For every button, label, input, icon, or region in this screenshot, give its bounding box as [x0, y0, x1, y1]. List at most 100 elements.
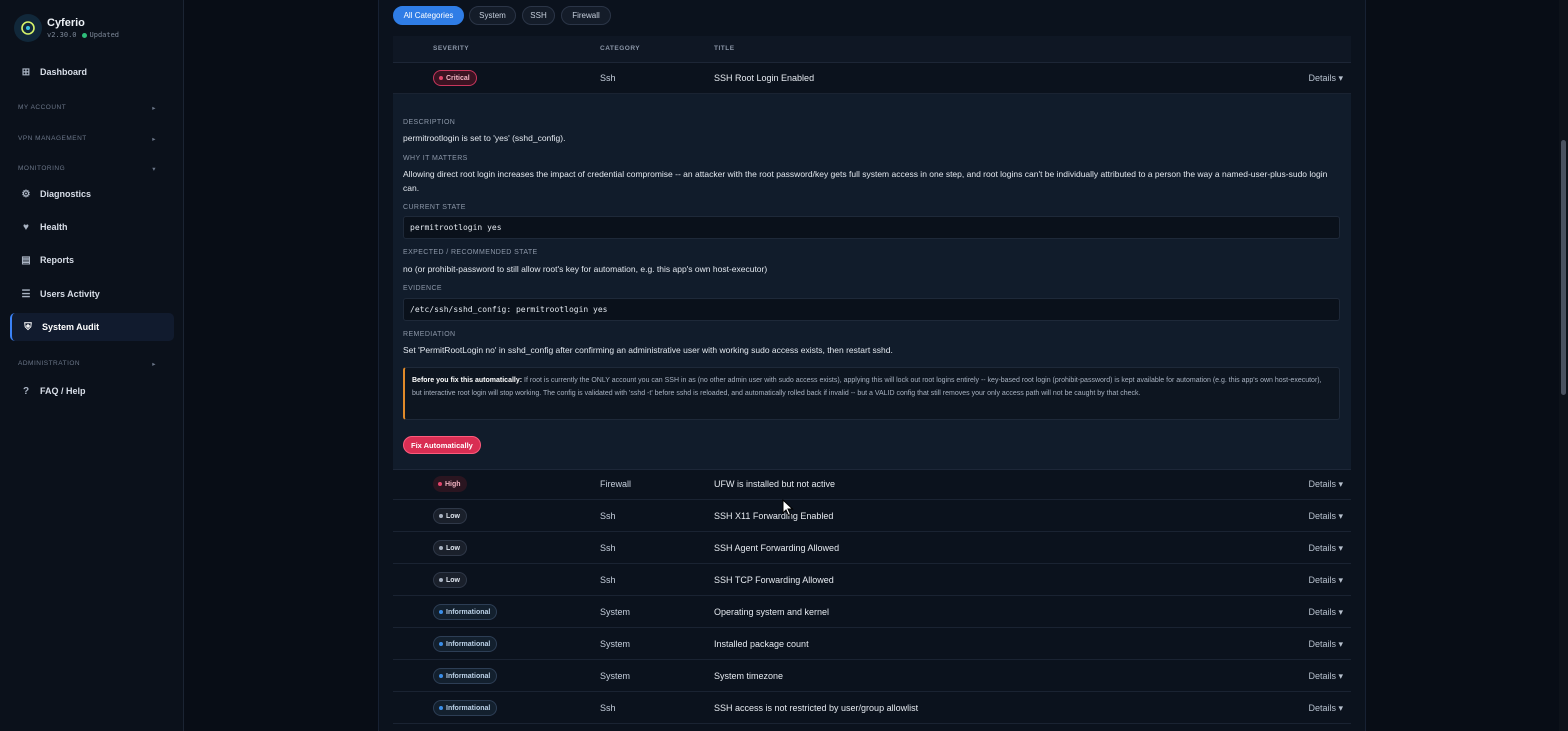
severity-dot-icon	[439, 578, 443, 582]
sidebar-item-label: System Audit	[42, 322, 100, 332]
report-icon: ▤	[21, 254, 31, 266]
details-toggle[interactable]: Details ▾	[1308, 671, 1343, 682]
severity-dot-icon	[439, 546, 443, 550]
update-status: Updated	[81, 31, 120, 39]
chevron-down-icon: ▾	[152, 166, 156, 173]
list-icon: ☰	[21, 288, 31, 300]
details-toggle[interactable]: Details ▾	[1308, 511, 1343, 522]
chevron-icon: ▸	[152, 136, 156, 143]
sidebar-item-health[interactable]: ♥ Health	[10, 213, 174, 241]
category-cell: System	[600, 639, 631, 649]
header-category[interactable]: CATEGORY	[600, 45, 640, 52]
filter-ssh[interactable]: SSH	[522, 6, 555, 25]
shield-icon: ⛨	[24, 321, 32, 333]
logo-icon	[14, 14, 42, 42]
severity-badge: Informational	[433, 668, 498, 684]
title-cell: SSH X11 Forwarding Enabled	[714, 511, 834, 521]
brand[interactable]: Cyferio v2.30.0 Updated	[14, 14, 119, 42]
category-cell: Ssh	[600, 575, 616, 585]
filter-firewall[interactable]: Firewall	[561, 6, 611, 25]
category-cell: Ssh	[600, 511, 616, 521]
section-monitoring[interactable]: MONITORING ▾	[18, 165, 156, 173]
title-cell: SSH access is not restricted by user/gro…	[714, 703, 919, 713]
evidence-label: EVIDENCE	[403, 285, 442, 292]
question-icon: ?	[22, 385, 30, 397]
section-administration[interactable]: ADMINISTRATION ▸	[18, 360, 156, 368]
audit-table: SEVERITY CATEGORY TITLE Critical Ssh SSH…	[393, 36, 1351, 724]
table-row[interactable]: Low Ssh SSH TCP Forwarding Allowed Detai…	[393, 564, 1351, 596]
details-toggle[interactable]: Details ▾	[1308, 543, 1343, 554]
chevron-icon: ▸	[152, 105, 156, 112]
table-row[interactable]: Informational System Installed package c…	[393, 628, 1351, 660]
sidebar-item-label: Users Activity	[40, 289, 100, 299]
sidebar-item-users-activity[interactable]: ☰ Users Activity	[10, 280, 174, 308]
fix-automatically-button[interactable]: Fix Automatically	[403, 436, 481, 454]
severity-dot-icon	[439, 642, 443, 646]
category-cell: Ssh	[600, 73, 616, 83]
title-cell: SSH Agent Forwarding Allowed	[714, 543, 840, 553]
table-row[interactable]: Low Ssh SSH Agent Forwarding Allowed Det…	[393, 532, 1351, 564]
category-cell: Firewall	[600, 479, 632, 489]
title-cell: SSH Root Login Enabled	[714, 73, 815, 83]
sidebar-item-reports[interactable]: ▤ Reports	[10, 246, 174, 274]
title-cell: System timezone	[714, 671, 784, 681]
filter-system[interactable]: System	[469, 6, 516, 25]
section-vpn-management[interactable]: VPN MANAGEMENT ▸	[18, 135, 156, 143]
title-cell: SSH TCP Forwarding Allowed	[714, 575, 834, 585]
scrollbar-thumb[interactable]	[1561, 140, 1566, 395]
severity-badge: Low	[433, 508, 467, 524]
sidebar: Cyferio v2.30.0 Updated ⊞ Dashboard MY AC…	[0, 0, 184, 731]
header-severity[interactable]: SEVERITY	[433, 45, 469, 52]
why-text: Allowing direct root login increases the…	[403, 169, 1328, 193]
table-row[interactable]: Informational System System timezone Det…	[393, 660, 1351, 692]
update-status-label: Updated	[89, 31, 120, 39]
severity-dot-icon	[439, 514, 443, 518]
title-cell: Operating system and kernel	[714, 607, 830, 617]
table-row[interactable]: Informational Ssh SSH access is not rest…	[393, 692, 1351, 724]
warning-title: Before you fix this automatically:	[412, 377, 523, 384]
table-row-expanded[interactable]: Critical Ssh SSH Root Login Enabled Deta…	[393, 62, 1351, 94]
sidebar-item-faq-help[interactable]: ? FAQ / Help	[10, 377, 174, 405]
description-text: permitrootlogin is set to 'yes' (sshd_co…	[403, 133, 566, 143]
severity-dot-icon	[439, 674, 443, 678]
table-row[interactable]: Low Ssh SSH X11 Forwarding Enabled Detai…	[393, 500, 1351, 532]
grid-icon: ⊞	[21, 66, 31, 78]
sidebar-item-diagnostics[interactable]: ⚙ Diagnostics	[10, 180, 174, 208]
details-toggle[interactable]: Details ▾	[1308, 73, 1343, 84]
section-label: MONITORING	[18, 165, 66, 172]
severity-label: High	[445, 480, 461, 488]
filter-all-categories[interactable]: All Categories	[393, 6, 464, 25]
warning-text: If root is currently the ONLY account yo…	[412, 377, 1322, 397]
title-cell: UFW is installed but not active	[714, 479, 836, 489]
severity-label: Informational	[446, 608, 491, 616]
sidebar-item-label: FAQ / Help	[40, 386, 86, 396]
section-label: MY ACCOUNT	[18, 104, 67, 111]
severity-dot-icon	[439, 610, 443, 614]
description-label: DESCRIPTION	[403, 119, 456, 126]
table-row[interactable]: High Firewall UFW is installed but not a…	[393, 468, 1351, 500]
section-my-account[interactable]: MY ACCOUNT ▸	[18, 104, 156, 112]
details-toggle[interactable]: Details ▾	[1308, 607, 1343, 618]
severity-dot-icon	[439, 706, 443, 710]
severity-badge: Low	[433, 572, 467, 588]
details-toggle[interactable]: Details ▾	[1308, 639, 1343, 650]
header-title[interactable]: TITLE	[714, 45, 735, 52]
table-header: SEVERITY CATEGORY TITLE	[393, 36, 1351, 63]
sidebar-item-system-audit[interactable]: ⛨ System Audit	[10, 313, 174, 341]
table-row[interactable]: Informational System Operating system an…	[393, 596, 1351, 628]
expected-state-text: no (or prohibit-password to still allow …	[403, 264, 768, 274]
details-toggle[interactable]: Details ▾	[1308, 575, 1343, 586]
severity-label: Informational	[446, 704, 491, 712]
severity-label: Low	[446, 544, 460, 552]
app-version: v2.30.0	[47, 31, 77, 39]
status-dot-icon	[81, 32, 87, 38]
sidebar-item-dashboard[interactable]: ⊞ Dashboard	[10, 58, 174, 86]
main-content: All Categories System SSH Firewall SEVER…	[378, 0, 1366, 731]
details-toggle[interactable]: Details ▾	[1308, 703, 1343, 714]
chevron-icon: ▸	[152, 361, 156, 368]
severity-dot-icon	[438, 482, 442, 486]
sidebar-item-label: Dashboard	[40, 67, 88, 77]
why-label: WHY IT MATTERS	[403, 155, 468, 162]
details-toggle[interactable]: Details ▾	[1308, 479, 1343, 490]
severity-label: Informational	[446, 640, 491, 648]
